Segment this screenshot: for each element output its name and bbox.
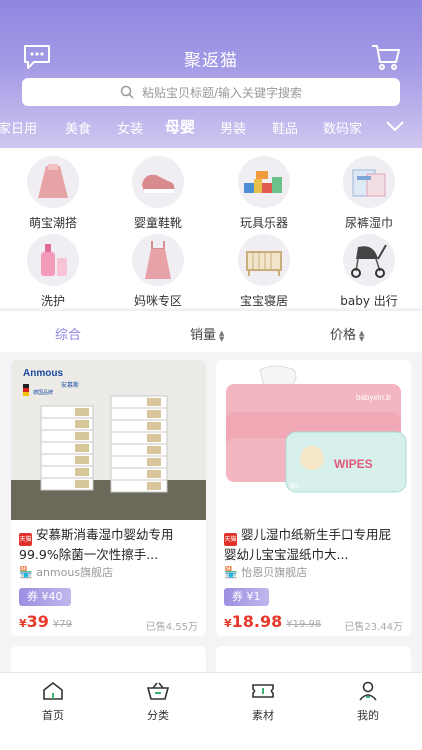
shop-name: 🏪 怡恩贝旗舰店 xyxy=(224,566,308,579)
search-input[interactable]: 粘贴宝贝标题/输入关键字搜索 xyxy=(22,78,400,106)
tab-category[interactable]: 女装 xyxy=(117,118,143,137)
stroller-icon xyxy=(343,234,395,286)
coupon-badge: 券 ¥1 xyxy=(224,588,269,606)
tmall-icon: 天猫 xyxy=(19,533,32,546)
mom-dress-icon xyxy=(132,234,184,286)
product-title: 天猫 婴儿湿巾纸新生手口专用屁婴幼儿宝宝湿纸巾大... xyxy=(224,527,392,562)
product-image: Anmous 安慕斯 德国品牌 xyxy=(11,360,206,520)
grid-item[interactable]: 洗护 xyxy=(3,234,103,309)
product-price: ¥39 ¥79 xyxy=(19,612,73,631)
tab-mine[interactable]: 我的 xyxy=(328,681,408,723)
sort-comprehensive[interactable]: 综合 xyxy=(55,324,81,343)
grid-item[interactable]: baby 出行 xyxy=(319,234,419,309)
lotion-bottle-icon xyxy=(27,234,79,286)
shop-name: 🏪 anmous旗舰店 xyxy=(19,566,114,579)
grid-item[interactable]: 妈咪专区 xyxy=(108,234,208,309)
grid-item[interactable]: 玩具乐器 xyxy=(214,156,314,231)
brand-tag: 德国品牌 xyxy=(33,389,53,396)
diapers-icon xyxy=(343,156,395,208)
app-title: 聚返猫 xyxy=(184,51,238,71)
package-label: WIPES xyxy=(334,457,373,471)
sort-arrows-icon: ▲ ▼ xyxy=(359,328,365,343)
home-icon xyxy=(43,681,63,700)
tab-category[interactable]: 男装 xyxy=(220,118,246,137)
category-tabs: 家日用 美食 女装 母婴 男装 鞋品 数码家 xyxy=(0,110,422,144)
sort-price[interactable]: 价格 ▲ ▼ xyxy=(330,324,364,343)
tab-category[interactable]: 家日用 xyxy=(0,118,37,137)
baby-shoes-icon xyxy=(132,156,184,208)
tab-home[interactable]: 首页 xyxy=(13,681,93,723)
toy-blocks-icon xyxy=(238,156,290,208)
user-icon xyxy=(359,681,377,701)
basket-icon xyxy=(146,682,170,700)
tmall-icon: 天猫 xyxy=(224,533,237,546)
cart-icon[interactable] xyxy=(370,42,402,72)
grid-item[interactable]: 宝宝寝居 xyxy=(214,234,314,309)
tab-category[interactable]: 鞋品 xyxy=(272,118,298,137)
header: 聚返猫 粘贴宝贝标题/输入关键字搜索 家日用 美食 女装 母婴 男装 鞋品 数码… xyxy=(0,0,422,148)
brand-sub: 安慕斯 xyxy=(61,381,79,389)
product-card[interactable]: babyein.b WIPES 80 天猫 婴儿湿巾纸新生手口专用屁婴幼儿宝宝湿纸… xyxy=(216,360,411,636)
shop-icon: 🏪 xyxy=(19,566,33,579)
sold-count: 已售4.55万 xyxy=(145,622,198,633)
grid-item[interactable]: 婴童鞋靴 xyxy=(108,156,208,231)
sort-bar: 综合 销量 ▲ ▼ 价格 ▲ ▼ xyxy=(0,310,422,352)
coupon-badge: 券 ¥40 xyxy=(19,588,71,606)
grid-item[interactable]: 萌宝潮搭 xyxy=(3,156,103,231)
product-image: babyein.b WIPES 80 xyxy=(216,360,411,520)
tab-category-active[interactable]: 母婴 xyxy=(165,116,195,137)
brand-logo: Anmous xyxy=(23,368,63,379)
baby-dress-icon xyxy=(27,156,79,208)
product-card[interactable]: Anmous 安慕斯 德国品牌 天猫 安慕斯消毒湿巾婴幼专用99.9%除菌一次性擦… xyxy=(11,360,206,636)
crib-icon xyxy=(238,234,290,286)
product-title: 天猫 安慕斯消毒湿巾婴幼专用99.9%除菌一次性擦手... xyxy=(19,527,174,562)
bottom-tab-bar: 首页 分类 素材 我的 xyxy=(0,672,422,750)
category-grid: 萌宝潮搭 婴童鞋靴 玩具乐器 尿裤湿巾 洗护 妈咪专区 宝宝寝居 baby 出行 xyxy=(0,148,422,308)
sold-count: 已售23.44万 xyxy=(344,622,403,633)
shop-icon: 🏪 xyxy=(224,566,238,579)
sort-sales[interactable]: 销量 ▲ ▼ xyxy=(190,324,224,343)
product-price: ¥18.98 ¥19.98 xyxy=(224,612,322,631)
ticket-icon xyxy=(252,684,274,698)
tab-category[interactable]: 美食 xyxy=(65,118,91,137)
tab-material[interactable]: 素材 xyxy=(223,681,303,723)
tab-category[interactable]: 数码家 xyxy=(323,118,362,137)
brand-logo: babyein.b xyxy=(356,393,391,402)
grid-item[interactable]: 尿裤湿巾 xyxy=(319,156,419,231)
chevron-down-icon[interactable] xyxy=(384,116,406,136)
search-placeholder: 粘贴宝贝标题/输入关键字搜索 xyxy=(141,85,303,100)
search-icon xyxy=(120,85,134,99)
tab-category[interactable]: 分类 xyxy=(118,681,198,723)
count-label: 80 xyxy=(290,483,298,490)
sort-arrows-icon: ▲ ▼ xyxy=(219,328,225,343)
